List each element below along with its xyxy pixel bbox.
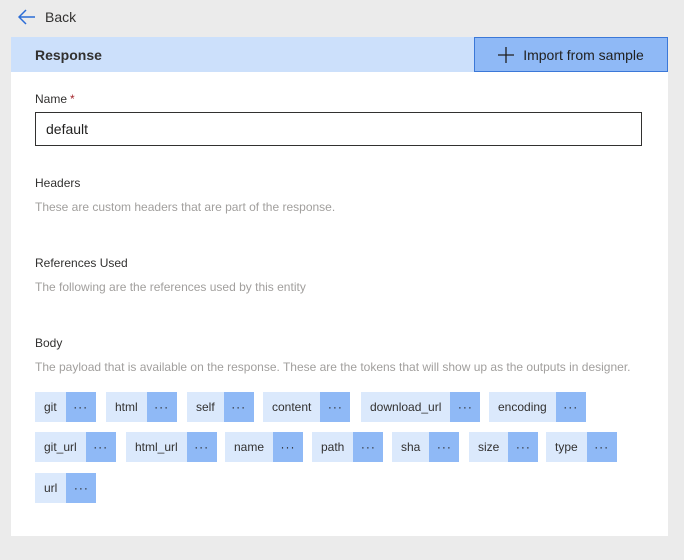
back-label: Back: [45, 9, 77, 25]
token-path: path ···: [312, 432, 384, 462]
references-label: References Used: [35, 256, 128, 270]
required-indicator: *: [70, 92, 75, 106]
token-html-url: html_url ···: [126, 432, 217, 462]
token-git: git ···: [35, 392, 96, 422]
token-git-url: git_url ···: [35, 432, 116, 462]
body-description: The payload that is available on the res…: [35, 360, 631, 374]
more-icon[interactable]: ···: [66, 473, 97, 503]
more-icon[interactable]: ···: [429, 432, 460, 462]
token-label[interactable]: size: [469, 432, 509, 462]
token-label[interactable]: name: [225, 432, 274, 462]
token-size: size ···: [469, 432, 539, 462]
more-icon[interactable]: ···: [555, 392, 586, 422]
response-panel: Response Import from sample Name* Header…: [11, 37, 668, 536]
more-icon[interactable]: ···: [353, 432, 384, 462]
more-icon[interactable]: ···: [65, 392, 96, 422]
token-label[interactable]: type: [546, 432, 587, 462]
import-label: Import from sample: [523, 46, 644, 63]
name-input[interactable]: [35, 112, 642, 146]
response-title: Response: [35, 47, 102, 63]
token-download-url: download_url ···: [361, 392, 481, 422]
headers-description: These are custom headers that are part o…: [35, 200, 336, 214]
token-name: name ···: [225, 432, 304, 462]
token-label[interactable]: path: [312, 432, 354, 462]
name-label: Name *: [35, 92, 75, 106]
token-self: self ···: [187, 392, 254, 422]
more-icon[interactable]: ···: [186, 432, 217, 462]
response-header: Response Import from sample: [11, 37, 668, 72]
token-label[interactable]: download_url: [361, 392, 451, 422]
name-label-text: Name: [35, 92, 68, 106]
arrow-left-icon: [18, 9, 35, 25]
more-icon[interactable]: ···: [450, 392, 481, 422]
more-icon[interactable]: ···: [508, 432, 539, 462]
token-label[interactable]: git_url: [35, 432, 86, 462]
more-icon[interactable]: ···: [146, 392, 177, 422]
token-label[interactable]: content: [263, 392, 321, 422]
body-label: Body: [35, 336, 63, 350]
headers-label: Headers: [35, 176, 81, 190]
more-icon[interactable]: ···: [273, 432, 304, 462]
token-label[interactable]: sha: [392, 432, 430, 462]
token-label[interactable]: html: [106, 392, 147, 422]
back-button[interactable]: Back: [18, 7, 76, 27]
token-label[interactable]: git: [35, 392, 66, 422]
references-description: The following are the references used by…: [35, 280, 306, 294]
import-from-sample-button[interactable]: Import from sample: [474, 37, 668, 72]
more-icon[interactable]: ···: [586, 432, 617, 462]
token-encoding: encoding ···: [489, 392, 586, 422]
token-html: html ···: [106, 392, 177, 422]
more-icon[interactable]: ···: [223, 392, 254, 422]
token-content: content ···: [263, 392, 351, 422]
token-url: url ···: [35, 473, 97, 503]
more-icon[interactable]: ···: [320, 392, 351, 422]
token-type: type ···: [546, 432, 617, 462]
plus-icon: [498, 46, 515, 63]
token-sha: sha ···: [392, 432, 460, 462]
token-label[interactable]: encoding: [489, 392, 556, 422]
more-icon[interactable]: ···: [85, 432, 116, 462]
token-label[interactable]: html_url: [126, 432, 187, 462]
token-label[interactable]: self: [187, 392, 224, 422]
token-label[interactable]: url: [35, 473, 67, 503]
